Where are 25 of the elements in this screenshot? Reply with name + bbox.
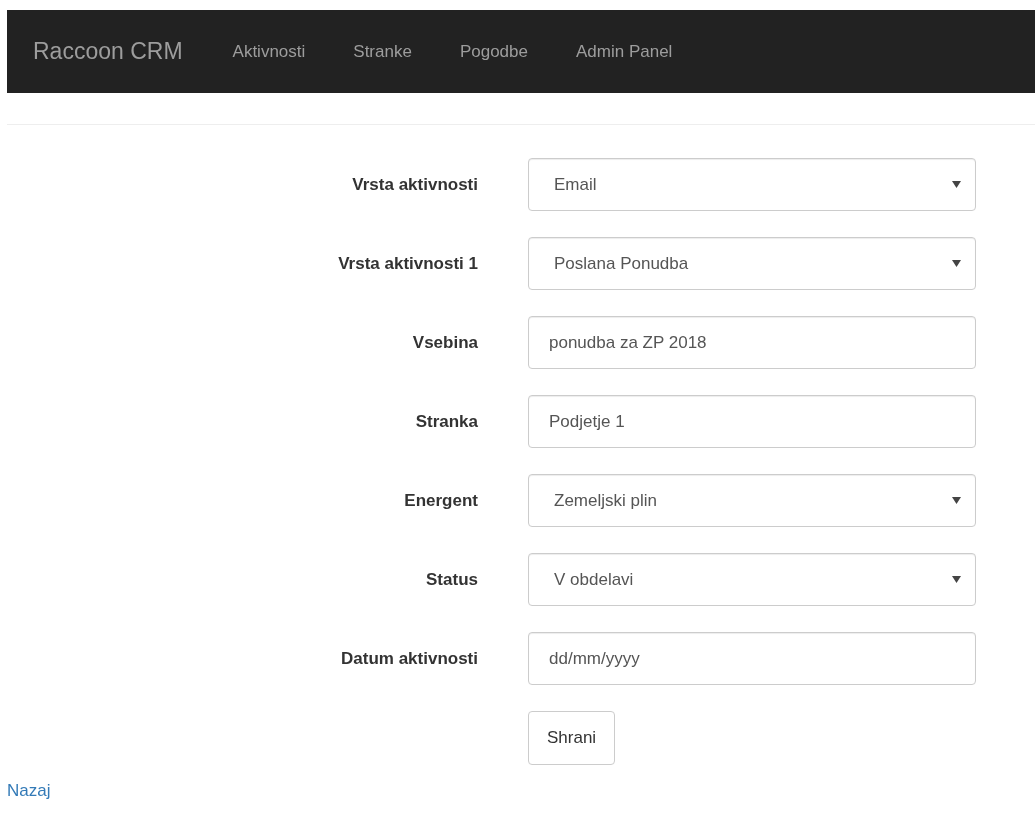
field-label: Vrsta aktivnosti (351, 174, 478, 195)
caret-icon (952, 260, 961, 267)
caret-icon (952, 576, 961, 583)
field-label: Stranka (414, 411, 478, 432)
select-field[interactable]: Zemeljski plin (528, 474, 976, 527)
caret-icon (952, 181, 961, 188)
text-field[interactable]: Podjetje 1 (528, 395, 976, 448)
caret-icon (952, 497, 961, 504)
nav-link[interactable]: Stranke (353, 41, 412, 62)
date-field[interactable]: dd/mm/yyyy (528, 632, 976, 685)
select-field[interactable]: Poslana Ponudba (528, 237, 976, 290)
field-label: Datum aktivnosti (340, 648, 478, 669)
back-link[interactable]: Nazaj (7, 781, 51, 801)
field-label: Status (425, 569, 478, 590)
brand-link[interactable]: Raccoon CRM (33, 38, 183, 65)
field-label: Vsebina (411, 332, 478, 353)
select-field[interactable]: V obdelavi (528, 553, 976, 606)
nav-link[interactable]: Pogodbe (459, 41, 528, 62)
field-label: Energent (403, 490, 478, 511)
nav-link[interactable]: Admin Panel (575, 41, 673, 62)
save-button[interactable]: Shrani (528, 711, 616, 765)
text-field[interactable]: ponudba za ZP 2018 (528, 316, 976, 369)
field-label: Vrsta aktivnosti 1 (337, 253, 478, 274)
select-field[interactable]: Email (528, 158, 976, 211)
nav-link[interactable]: Aktivnosti (232, 41, 306, 62)
